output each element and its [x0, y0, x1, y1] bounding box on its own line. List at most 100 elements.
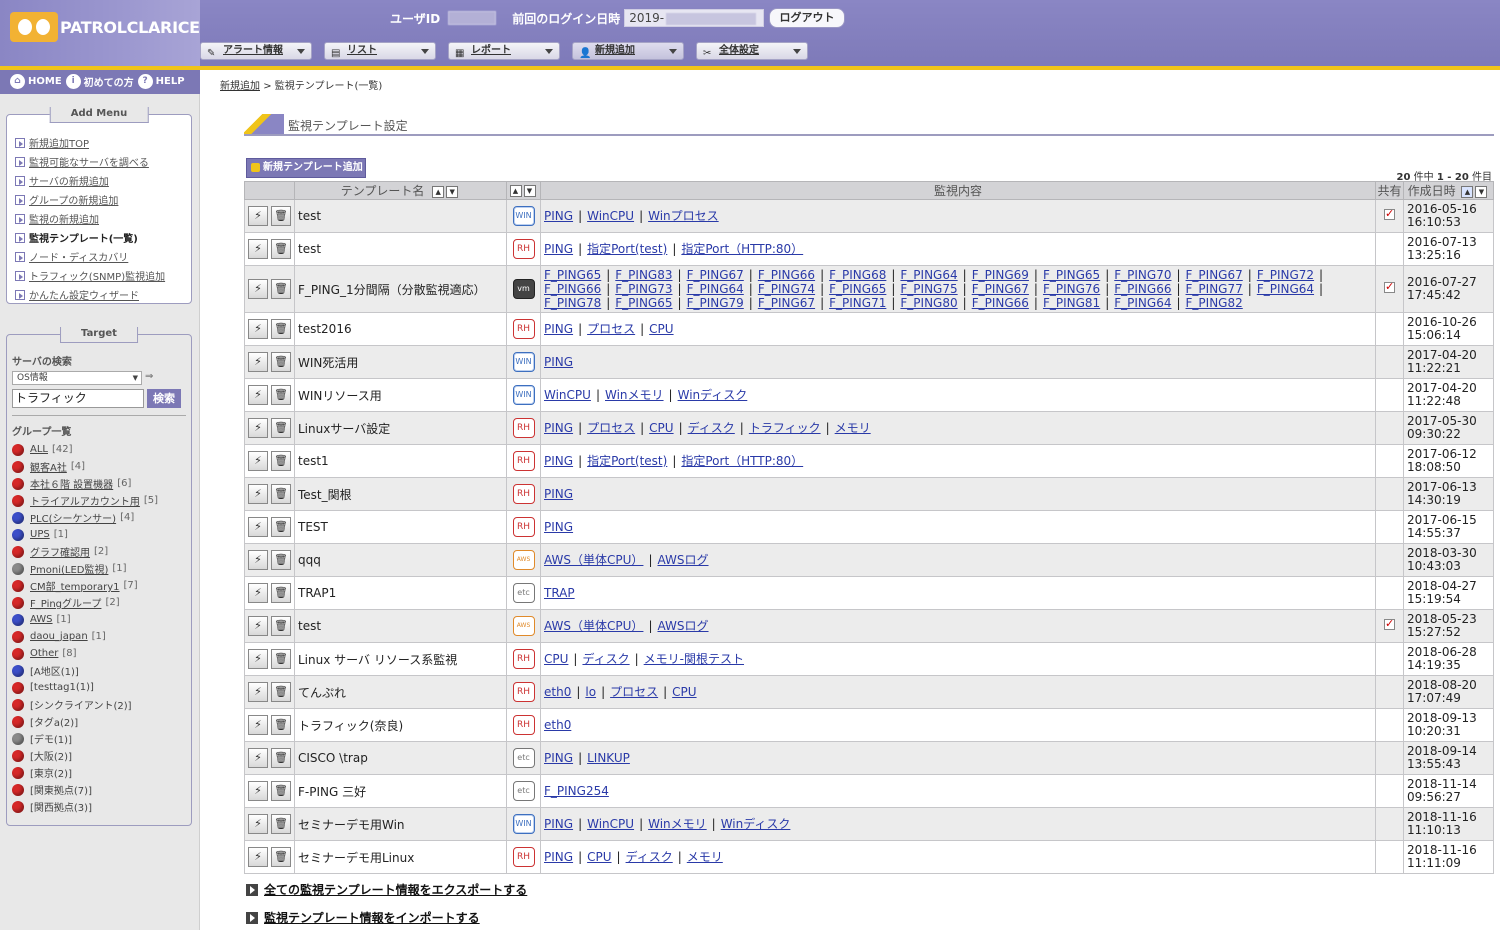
monitor-link[interactable]: F_PING67 — [1186, 268, 1243, 282]
edit-icon[interactable]: ⚡ — [248, 715, 268, 735]
monitor-link[interactable]: F_PING65 — [1043, 268, 1100, 282]
monitor-link[interactable]: F_PING64 — [687, 282, 744, 296]
edit-icon[interactable]: ⚡ — [248, 484, 268, 504]
trash-icon[interactable]: 🗑 — [271, 682, 291, 702]
monitor-link[interactable]: 指定Port（HTTP:80） — [681, 242, 803, 256]
edit-icon[interactable]: ⚡ — [248, 385, 268, 405]
add-menu-item[interactable]: 監視テンプレート(一覧) — [15, 228, 191, 247]
add-menu-item-link[interactable]: 監視の新規追加 — [29, 211, 99, 226]
monitor-link[interactable]: F_PING67 — [758, 296, 815, 310]
monitor-link[interactable]: PING — [544, 242, 573, 256]
trash-icon[interactable]: 🗑 — [271, 319, 291, 339]
edit-icon[interactable]: ⚡ — [248, 847, 268, 867]
monitor-link[interactable]: AWS（単体CPU） — [544, 619, 643, 633]
monitor-link[interactable]: F_PING65 — [829, 282, 886, 296]
monitor-link[interactable]: AWSログ — [657, 619, 708, 633]
monitor-link[interactable]: トラフィック — [749, 421, 821, 435]
group-link[interactable]: PLC(シーケンサー) — [30, 510, 116, 525]
trash-icon[interactable]: 🗑 — [271, 279, 291, 299]
nav-3[interactable]: 👤 新規追加 — [572, 42, 684, 60]
monitor-link[interactable]: F_PING76 — [1043, 282, 1100, 296]
group-list-item[interactable]: CM部_temporary1 [7] — [12, 577, 158, 594]
edit-icon[interactable]: ⚡ — [248, 682, 268, 702]
monitor-link[interactable]: F_PING66 — [972, 296, 1029, 310]
monitor-link[interactable]: Winプロセス — [648, 209, 719, 223]
add-menu-item-link[interactable]: 新規追加TOP — [29, 135, 89, 150]
edit-icon[interactable]: ⚡ — [248, 517, 268, 537]
monitor-link[interactable]: F_PING66 — [544, 282, 601, 296]
group-list-item[interactable]: Other [8] — [12, 645, 158, 662]
nav-0[interactable]: ✎ アラート情報 — [200, 42, 312, 60]
sort-desc-icon[interactable]: ▼ — [1475, 185, 1488, 198]
group-list-item[interactable]: [タグa(2)] — [12, 713, 158, 730]
monitor-link[interactable]: F_PING82 — [1186, 296, 1243, 310]
quick-link-0[interactable]: ⌂ HOME — [10, 74, 62, 89]
edit-icon[interactable]: ⚡ — [248, 319, 268, 339]
group-list-item[interactable]: F_Pingグループ [2] — [12, 594, 158, 611]
monitor-link[interactable]: F_PING78 — [544, 296, 601, 310]
monitor-link[interactable]: WinCPU — [587, 209, 634, 223]
monitor-link[interactable]: F_PING80 — [900, 296, 957, 310]
sort-asc-icon[interactable]: ▲ — [432, 185, 445, 198]
monitor-link[interactable]: F_PING81 — [1043, 296, 1100, 310]
monitor-link[interactable]: F_PING67 — [972, 282, 1029, 296]
monitor-link[interactable]: LINKUP — [587, 751, 630, 765]
edit-icon[interactable]: ⚡ — [248, 748, 268, 768]
import-templates-link[interactable]: 監視テンプレート情報をインポートする — [264, 909, 480, 926]
monitor-link[interactable]: TRAP — [544, 586, 575, 600]
monitor-link[interactable]: CPU — [649, 322, 673, 336]
monitor-link[interactable]: F_PING65 — [544, 268, 601, 282]
logout-button[interactable]: ログアウト — [769, 8, 845, 28]
add-menu-item[interactable]: かんたん設定ウィザード — [15, 285, 191, 304]
monitor-link[interactable]: F_PING66 — [758, 268, 815, 282]
trash-icon[interactable]: 🗑 — [271, 517, 291, 537]
group-link[interactable]: F_Pingグループ — [30, 595, 101, 610]
edit-icon[interactable]: ⚡ — [248, 781, 268, 801]
group-link[interactable]: AWS — [30, 614, 53, 625]
group-link[interactable]: Other — [30, 648, 58, 659]
group-list-item[interactable]: [東京(2)] — [12, 764, 158, 781]
quick-link-2[interactable]: ? HELP — [137, 74, 185, 89]
group-list-item[interactable]: [デモ(1)] — [12, 730, 158, 747]
group-list-item[interactable]: ALL [42] — [12, 441, 158, 458]
group-link[interactable]: グラフ確認用 — [30, 544, 90, 559]
trash-icon[interactable]: 🗑 — [271, 206, 291, 226]
trash-icon[interactable]: 🗑 — [271, 781, 291, 801]
monitor-link[interactable]: CPU — [672, 685, 696, 699]
export-templates-link[interactable]: 全ての監視テンプレート情報をエクスポートする — [264, 881, 527, 898]
trash-icon[interactable]: 🗑 — [271, 715, 291, 735]
monitor-link[interactable]: F_PING69 — [972, 268, 1029, 282]
edit-icon[interactable]: ⚡ — [248, 418, 268, 438]
monitor-link[interactable]: AWS（単体CPU） — [544, 553, 643, 567]
os-info-select[interactable]: OS情報 — [12, 371, 142, 385]
group-list-item[interactable]: [testtag1(1)] — [12, 679, 158, 696]
add-menu-item[interactable]: サーバの新規追加 — [15, 171, 191, 190]
trash-icon[interactable]: 🗑 — [271, 239, 291, 259]
edit-icon[interactable]: ⚡ — [248, 239, 268, 259]
monitor-link[interactable]: F_PING71 — [829, 296, 886, 310]
edit-icon[interactable]: ⚡ — [248, 649, 268, 669]
monitor-link[interactable]: PING — [544, 209, 573, 223]
monitor-link[interactable]: F_PING254 — [544, 784, 609, 798]
monitor-link[interactable]: メモリ — [687, 850, 723, 864]
monitor-link[interactable]: ディスク — [582, 652, 629, 666]
trash-icon[interactable]: 🗑 — [271, 649, 291, 669]
monitor-link[interactable]: PING — [544, 355, 573, 369]
group-link[interactable]: トライアルアカウント用 — [30, 493, 140, 508]
group-list-item[interactable]: 本社６階 設置機器 [6] — [12, 475, 158, 492]
monitor-link[interactable]: メモリ — [835, 421, 871, 435]
group-link[interactable]: daou_japan — [30, 631, 88, 642]
trash-icon[interactable]: 🗑 — [271, 352, 291, 372]
monitor-link[interactable]: プロセス — [587, 421, 635, 435]
monitor-link[interactable]: PING — [544, 751, 573, 765]
monitor-link[interactable]: eth0 — [544, 685, 571, 699]
add-menu-item-link[interactable]: 監視可能なサーバを調べる — [29, 154, 149, 169]
sort-desc-icon[interactable]: ▼ — [446, 185, 459, 198]
monitor-link[interactable]: F_PING67 — [687, 268, 744, 282]
edit-icon[interactable]: ⚡ — [248, 279, 268, 299]
group-link[interactable]: ALL — [30, 444, 48, 455]
monitor-link[interactable]: F_PING77 — [1186, 282, 1243, 296]
monitor-link[interactable]: F_PING64 — [900, 268, 957, 282]
monitor-link[interactable]: PING — [544, 487, 573, 501]
trash-icon[interactable]: 🗑 — [271, 385, 291, 405]
